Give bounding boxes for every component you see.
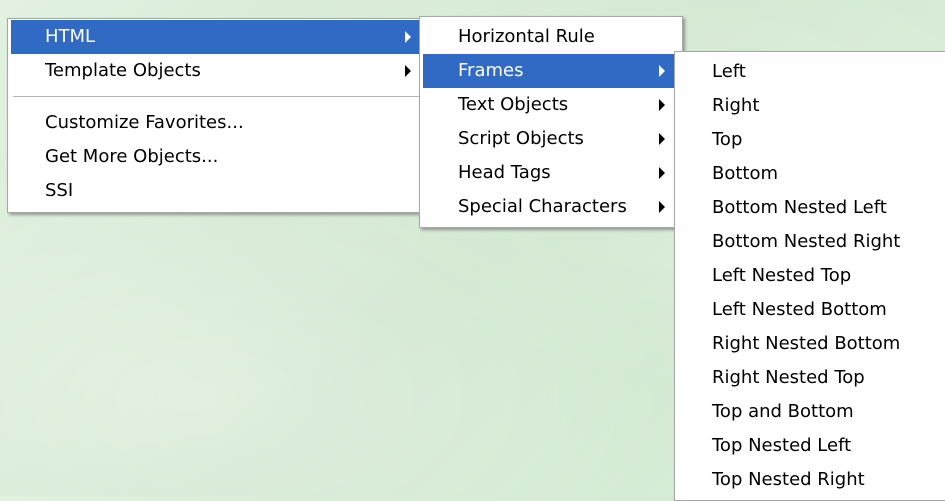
menu-item-ssi[interactable]: SSI [11, 174, 427, 208]
menu-item-top-nested-right[interactable]: Top Nested Right [678, 463, 945, 497]
submenu-arrow-icon [659, 201, 665, 213]
menu-item-label: Left Nested Bottom [712, 299, 887, 320]
menu-item-label: SSI [45, 180, 74, 201]
menu-item-label: Get More Objects... [45, 146, 219, 167]
menu-item-label: Top [712, 129, 743, 150]
menu-item-right-nested-bottom[interactable]: Right Nested Bottom [678, 327, 945, 361]
menu-item-top-and-bottom[interactable]: Top and Bottom [678, 395, 945, 429]
menu-item-horizontal-rule[interactable]: Horizontal Rule [423, 20, 679, 54]
menu-item-label: Script Objects [458, 128, 584, 149]
menu-item-get-more-objects[interactable]: Get More Objects... [11, 140, 427, 174]
menu-item-label: Horizontal Rule [458, 26, 595, 47]
menu-item-left-nested-top[interactable]: Left Nested Top [678, 259, 945, 293]
html-submenu: Horizontal Rule Frames Text Objects Scri… [419, 16, 683, 228]
menu-separator [13, 96, 425, 98]
submenu-arrow-icon [659, 99, 665, 111]
menu-item-customize-favorites[interactable]: Customize Favorites... [11, 106, 427, 140]
menu-item-label: Right [712, 95, 760, 116]
menu-item-label: Special Characters [458, 196, 627, 217]
menu-item-label: Template Objects [45, 60, 201, 81]
menu-item-script-objects[interactable]: Script Objects [423, 122, 679, 156]
menu-item-left-nested-bottom[interactable]: Left Nested Bottom [678, 293, 945, 327]
menu-item-label: Top Nested Right [712, 469, 865, 490]
submenu-arrow-icon [405, 65, 411, 77]
menu-item-label: Bottom Nested Right [712, 231, 901, 252]
menu-item-special-characters[interactable]: Special Characters [423, 190, 679, 224]
menu-item-head-tags[interactable]: Head Tags [423, 156, 679, 190]
menu-item-label: Left Nested Top [712, 265, 852, 286]
menu-item-bottom-nested-left[interactable]: Bottom Nested Left [678, 191, 945, 225]
menu-item-html[interactable]: HTML [11, 20, 427, 54]
desktop-background: { "main_menu": { "items": [ {"label": "H… [0, 0, 945, 501]
menu-item-label: Top Nested Left [712, 435, 852, 456]
menu-item-label: Frames [458, 60, 524, 81]
menu-item-template-objects[interactable]: Template Objects [11, 54, 427, 88]
menu-item-label: Left [712, 61, 746, 82]
menu-item-label: Bottom [712, 163, 779, 184]
menu-item-label: Right Nested Bottom [712, 333, 901, 354]
submenu-arrow-icon [659, 133, 665, 145]
menu-item-top-nested-left[interactable]: Top Nested Left [678, 429, 945, 463]
main-context-menu: HTML Template Objects Customize Favorite… [7, 18, 431, 213]
menu-item-right[interactable]: Right [678, 89, 945, 123]
menu-item-bottom-nested-right[interactable]: Bottom Nested Right [678, 225, 945, 259]
menu-item-text-objects[interactable]: Text Objects [423, 88, 679, 122]
menu-item-label: Bottom Nested Left [712, 197, 887, 218]
menu-item-label: Right Nested Top [712, 367, 865, 388]
submenu-arrow-icon [405, 31, 411, 43]
menu-item-right-nested-top[interactable]: Right Nested Top [678, 361, 945, 395]
menu-item-top[interactable]: Top [678, 123, 945, 157]
menu-item-label: Text Objects [458, 94, 569, 115]
menu-item-label: Customize Favorites... [45, 112, 244, 133]
menu-item-bottom[interactable]: Bottom [678, 157, 945, 191]
menu-item-frames[interactable]: Frames [423, 54, 679, 88]
submenu-arrow-icon [659, 65, 665, 77]
menu-item-label: Top and Bottom [712, 401, 854, 422]
frames-submenu: Left Right Top Bottom Bottom Nested Left… [674, 51, 945, 501]
menu-item-label: HTML [45, 26, 96, 47]
submenu-arrow-icon [659, 167, 665, 179]
menu-item-label: Head Tags [458, 162, 551, 183]
menu-item-left[interactable]: Left [678, 55, 945, 89]
